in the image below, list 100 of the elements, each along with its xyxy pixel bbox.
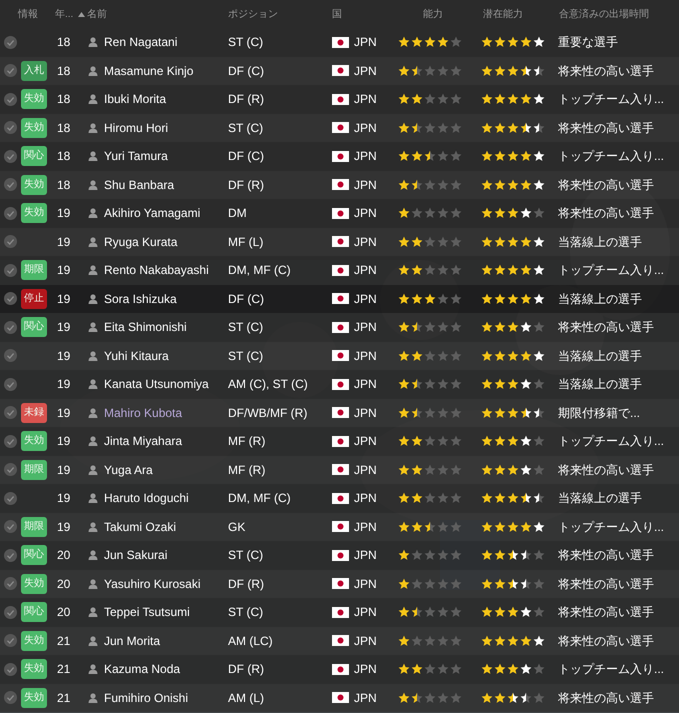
player-name[interactable]: Takumi Ozaki bbox=[104, 518, 228, 536]
star-icon bbox=[507, 406, 519, 419]
player-name[interactable]: Rento Nakabayashi bbox=[104, 261, 228, 280]
player-name[interactable]: Hiromu Hori bbox=[104, 118, 228, 137]
check-icon[interactable] bbox=[4, 463, 16, 476]
player-name[interactable]: Ryuga Kurata bbox=[104, 232, 228, 251]
player-name[interactable]: Haruto Idoguchi bbox=[104, 489, 228, 508]
check-icon[interactable] bbox=[4, 264, 16, 277]
table-row[interactable]: 関心 20 Teppei Tsutsumi ST (C) JPN 将来性の高い選手 bbox=[0, 598, 679, 626]
nation-cell-text: JPN bbox=[354, 462, 378, 479]
check-icon[interactable] bbox=[4, 64, 16, 78]
person-icon bbox=[88, 322, 98, 332]
table-row[interactable]: 失効 18 Ibuki Morita DF (R) JPN トップチーム入り... bbox=[0, 85, 679, 114]
age-cell-text: 19 bbox=[56, 433, 72, 450]
table-row[interactable]: 関心 19 Eita Shimonishi ST (C) JPN 将来性の高い選手 bbox=[0, 313, 679, 342]
table-row[interactable]: 関心 20 Jun Sakurai ST (C) JPN 将来性の高い選手 bbox=[0, 541, 679, 570]
nation-cell-text: JPN bbox=[354, 404, 378, 422]
column-header[interactable]: 年... bbox=[52, 6, 78, 22]
status-badge: 失効 bbox=[21, 203, 47, 224]
column-header[interactable]: 能力 bbox=[398, 6, 481, 22]
player-name[interactable]: Yuga Ara bbox=[104, 460, 228, 479]
star-icon bbox=[411, 321, 423, 334]
player-name[interactable]: Ibuki Morita bbox=[104, 90, 228, 108]
table-row[interactable]: 19 Ryuga Kurata MF (L) JPN 当落線上の選手 bbox=[0, 228, 679, 256]
column-header[interactable]: ポジション bbox=[228, 6, 332, 22]
star-icon bbox=[398, 692, 410, 704]
player-name[interactable]: Sora Ishizuka bbox=[104, 290, 228, 308]
star-icon bbox=[437, 663, 449, 676]
person-icon bbox=[88, 692, 98, 703]
player-name[interactable]: Masamune Kinjo bbox=[104, 62, 228, 80]
player-name[interactable]: Yasuhiro Kurosaki bbox=[104, 574, 228, 593]
check-icon[interactable] bbox=[4, 178, 16, 192]
star-icon bbox=[398, 64, 410, 77]
column-header[interactable]: 情報 bbox=[0, 6, 52, 22]
player-name[interactable]: Fumihiro Onishi bbox=[104, 688, 228, 707]
star-icon bbox=[533, 520, 545, 533]
player-name[interactable]: Yuri Tamura bbox=[104, 147, 228, 166]
flag-icon bbox=[332, 407, 349, 418]
check-icon[interactable] bbox=[4, 662, 16, 676]
table-row[interactable]: 失効 19 Jinta Miyahara MF (R) JPN トップチーム入り... bbox=[0, 427, 679, 456]
table-row[interactable]: 期限 19 Takumi Ozaki GK JPN トップチーム入り... bbox=[0, 512, 679, 541]
column-header[interactable]: 名前 bbox=[87, 6, 228, 22]
check-icon[interactable] bbox=[4, 349, 16, 362]
check-icon[interactable] bbox=[4, 548, 16, 562]
table-row[interactable]: 失効 19 Akihiro Yamagami DM JPN 将来性の高い選手 bbox=[0, 199, 679, 228]
check-icon[interactable] bbox=[4, 520, 16, 534]
star-icon bbox=[450, 406, 462, 419]
table-row[interactable]: 失効 18 Hiromu Hori ST (C) JPN 将来性の高い選手 bbox=[0, 114, 679, 142]
table-row[interactable]: 失効 21 Kazuma Noda DF (R) JPN トップチーム入り... bbox=[0, 655, 679, 684]
star-icon bbox=[494, 292, 506, 305]
check-icon[interactable] bbox=[4, 150, 16, 163]
check-icon[interactable] bbox=[4, 634, 16, 648]
table-row[interactable]: 関心 18 Yuri Tamura DF (C) JPN トップチーム入り... bbox=[0, 142, 679, 170]
check-icon[interactable] bbox=[4, 121, 16, 134]
table-row[interactable]: 18 Ren Nagatani ST (C) JPN 重要な選手 bbox=[0, 28, 679, 56]
table-row[interactable]: 停止 19 Sora Ishizuka DF (C) JPN 当落線上の選手 bbox=[0, 284, 679, 313]
player-name[interactable]: Teppei Tsutsumi bbox=[104, 603, 228, 622]
check-icon[interactable] bbox=[4, 36, 16, 49]
column-header[interactable]: 国 bbox=[332, 6, 398, 22]
check-icon[interactable] bbox=[4, 206, 16, 220]
table-row[interactable]: 未録 19 Mahiro Kubota DF/WB/MF (R) JPN 期限付移籍で... bbox=[0, 398, 679, 427]
player-name[interactable]: Shu Banbara bbox=[104, 176, 228, 194]
column-header[interactable]: 合意済みの出場時間 bbox=[555, 6, 679, 22]
check-icon[interactable] bbox=[4, 235, 16, 248]
table-row[interactable]: 失効 20 Yasuhiro Kurosaki DF (R) JPN 将来性の高い選手 bbox=[0, 570, 679, 598]
status-badge: 期限 bbox=[21, 516, 47, 537]
table-row[interactable]: 期限 19 Yuga Ara MF (R) JPN 将来性の高い選手 bbox=[0, 456, 679, 484]
table-row[interactable]: 失効 18 Shu Banbara DF (R) JPN 将来性の高い選手 bbox=[0, 170, 679, 199]
table-row[interactable]: 失効 21 Jun Morita AM (LC) JPN 将来性の高い選手 bbox=[0, 626, 679, 655]
table-row[interactable]: 失効 21 Fumihiro Onishi AM (L) JPN 将来性の高い選手 bbox=[0, 684, 679, 712]
check-icon[interactable] bbox=[4, 92, 16, 106]
player-name[interactable]: Akihiro Yamagami bbox=[104, 204, 228, 222]
table-row[interactable]: 入札 18 Masamune Kinjo DF (C) JPN 将来性の高い選手 bbox=[0, 56, 679, 85]
check-icon[interactable] bbox=[4, 292, 16, 306]
star-icon bbox=[437, 292, 449, 305]
check-icon[interactable] bbox=[4, 606, 16, 619]
table-row[interactable]: 19 Haruto Idoguchi DM, MF (C) JPN 当落線上の選手 bbox=[0, 484, 679, 512]
player-name[interactable]: Kazuma Noda bbox=[104, 660, 228, 678]
check-icon[interactable] bbox=[4, 691, 16, 704]
check-icon[interactable] bbox=[4, 406, 16, 420]
star-icon bbox=[494, 606, 506, 618]
player-name[interactable]: Yuhi Kitaura bbox=[104, 346, 228, 365]
player-name[interactable]: Jun Sakurai bbox=[104, 546, 228, 564]
table-row[interactable]: 期限 19 Rento Nakabayashi DM, MF (C) JPN トップチーム入り... bbox=[0, 256, 679, 284]
star-icon bbox=[411, 492, 423, 504]
table-row[interactable]: 19 Yuhi Kitaura ST (C) JPN 当落線上の選手 bbox=[0, 342, 679, 370]
player-name[interactable]: Ren Nagatani bbox=[104, 33, 228, 52]
table-row[interactable]: 19 Kanata Utsunomiya AM (C), ST (C) JPN 当落線上の選手 bbox=[0, 370, 679, 398]
column-header[interactable]: 潜在能力 bbox=[481, 6, 555, 22]
check-icon[interactable] bbox=[4, 378, 16, 391]
check-icon[interactable] bbox=[4, 434, 16, 448]
playing-time-cell-text: 将来性の高い選手 bbox=[557, 632, 655, 650]
check-icon[interactable] bbox=[4, 577, 16, 590]
check-icon[interactable] bbox=[4, 492, 16, 505]
check-icon[interactable] bbox=[4, 320, 16, 334]
player-name[interactable]: Jinta Miyahara bbox=[104, 432, 228, 450]
player-name[interactable]: Eita Shimonishi bbox=[104, 318, 228, 336]
player-name[interactable]: Mahiro Kubota bbox=[104, 404, 228, 422]
player-name[interactable]: Kanata Utsunomiya bbox=[104, 375, 228, 394]
player-name[interactable]: Jun Morita bbox=[104, 632, 228, 650]
